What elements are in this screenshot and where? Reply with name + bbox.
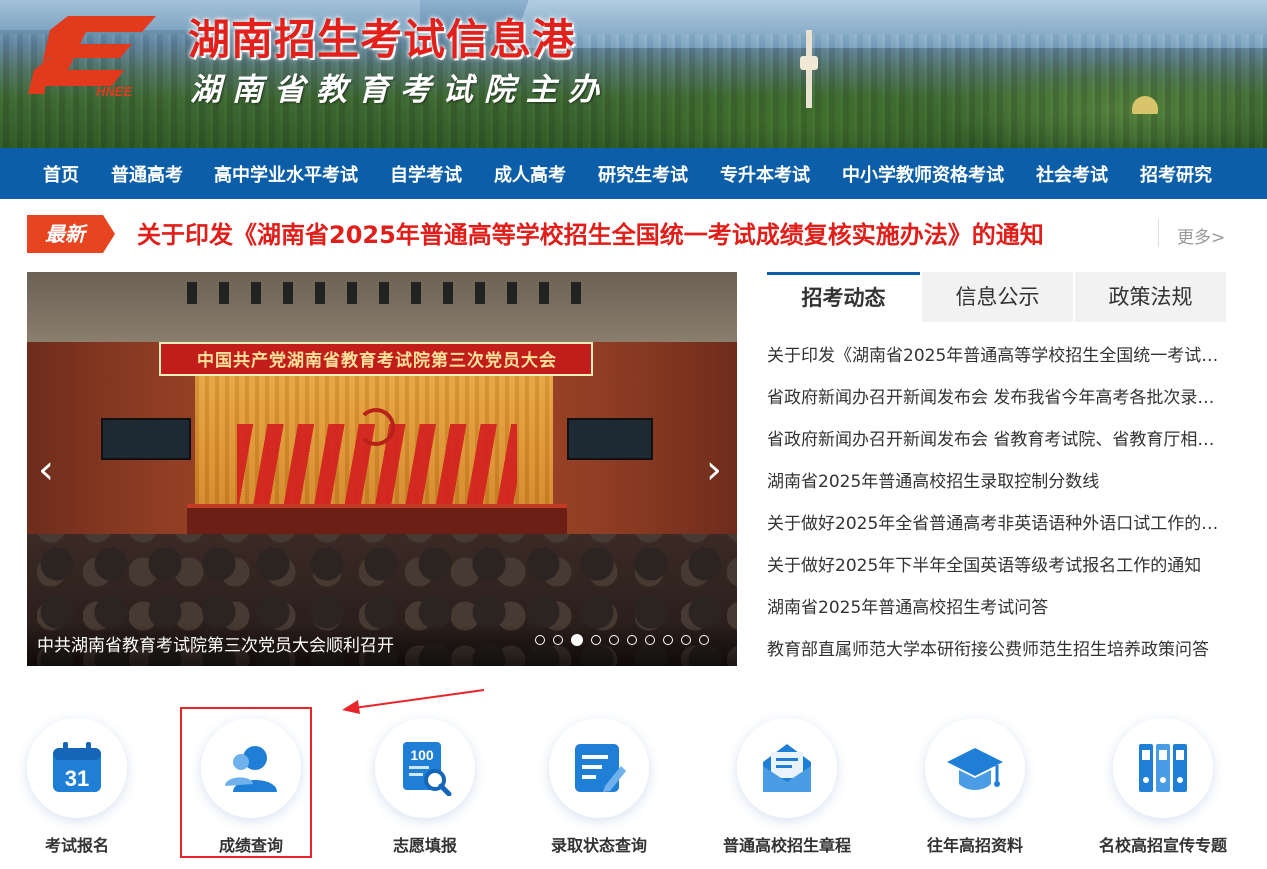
- nav-item-6[interactable]: 专升本考试: [720, 161, 810, 187]
- user-icon: [225, 746, 277, 792]
- service-graduation-cap[interactable]: 往年高招资料: [885, 718, 1065, 858]
- slide-banner-text: 中国共产党湖南省教育考试院第三次党员大会: [197, 351, 557, 370]
- news-item[interactable]: 关于做好2025年下半年全国英语等级考试报名工作的通知: [767, 545, 1226, 587]
- nav-item-2[interactable]: 高中学业水平考试: [214, 161, 358, 187]
- news-item[interactable]: 省政府新闻办召开新闻发布会 发布我省今年高考各批次录取控制分数线: [767, 377, 1226, 419]
- news-list: 关于印发《湖南省2025年普通高等学校招生全国统一考试成绩复核实施办法》的通知省…: [767, 335, 1226, 671]
- service-icon-circle: [1113, 718, 1213, 818]
- tab-1[interactable]: 信息公示: [920, 272, 1073, 322]
- svg-text:100: 100: [410, 747, 434, 763]
- main-nav: 首页 普通高考 高中学业水平考试 自学考试 成人高考 研究生考试 专升本考试 中小学教师资格考…: [0, 148, 1267, 199]
- carousel-next-icon[interactable]: ›: [699, 450, 729, 490]
- slide-lights: [187, 282, 587, 304]
- service-envelope[interactable]: 普通高校招生章程: [697, 718, 877, 858]
- calendar-icon: 31: [53, 742, 101, 792]
- news-item[interactable]: 湖南省2025年普通高校招生录取控制分数线: [767, 461, 1226, 503]
- latest-notice-link[interactable]: 关于印发《湖南省2025年普通高等学校招生全国统一考试成绩复核实施办法》的通知: [137, 215, 1044, 250]
- nav-item-4[interactable]: 成人高考: [494, 161, 566, 187]
- service-document-edit[interactable]: 录取状态查询: [509, 718, 689, 858]
- slide-caption[interactable]: 中共湖南省教育考试院第三次党员大会顺利召开: [37, 631, 394, 656]
- carousel-dot-9[interactable]: [681, 635, 691, 645]
- carousel-dots: [535, 634, 709, 646]
- banner-tv-tower: [800, 30, 818, 108]
- binders-icon: [1139, 744, 1187, 792]
- envelope-icon: [763, 744, 811, 792]
- nav-item-7[interactable]: 中小学教师资格考试: [842, 161, 1004, 187]
- carousel-prev-icon[interactable]: ‹: [31, 450, 61, 490]
- party-emblem-icon: [357, 408, 395, 446]
- tab-2[interactable]: 政策法规: [1073, 272, 1226, 322]
- latest-badge: 最新: [27, 215, 115, 253]
- nav-list: 首页 普通高考 高中学业水平考试 自学考试 成人高考 研究生考试 专升本考试 中小学教师资格考…: [0, 148, 1267, 199]
- news-tabs: 招考动态 信息公示 政策法规: [767, 272, 1226, 322]
- service-icon-circle: [549, 718, 649, 818]
- carousel-dot-7[interactable]: [645, 635, 655, 645]
- service-label: 考试报名: [44, 836, 109, 855]
- service-score-search[interactable]: 100 志愿填报: [335, 718, 515, 858]
- news-carousel[interactable]: 中国共产党湖南省教育考试院第三次党员大会 中共湖南省教育考试院第三次党员大会顺利…: [27, 272, 737, 666]
- latest-more-link[interactable]: 更多>: [1177, 223, 1225, 248]
- svg-text:31: 31: [65, 766, 89, 791]
- news-item[interactable]: 关于印发《湖南省2025年普通高等学校招生全国统一考试成绩复核实施办法》的通知: [767, 335, 1226, 377]
- nav-item-8[interactable]: 社会考试: [1036, 161, 1108, 187]
- service-icon-circle: [925, 718, 1025, 818]
- service-icon-circle: 100: [375, 718, 475, 818]
- score-search-icon: 100: [403, 742, 452, 796]
- tab-0[interactable]: 招考动态: [767, 272, 920, 322]
- service-label: 成绩查询: [218, 836, 283, 855]
- graduation-cap-icon: [947, 748, 1003, 790]
- slide-screen-left: [101, 418, 191, 460]
- carousel-dot-1[interactable]: [535, 635, 545, 645]
- service-icon-circle: 31: [27, 718, 127, 818]
- nav-item-1[interactable]: 普通高考: [111, 161, 183, 187]
- carousel-dot-4[interactable]: [591, 635, 601, 645]
- header-banner: HNEE 湖南招生考试信息港 湖南省教育考试院主办: [0, 0, 1267, 148]
- site-subtitle: 湖南省教育考试院主办: [190, 72, 610, 108]
- nav-item-3[interactable]: 自学考试: [390, 161, 462, 187]
- service-calendar[interactable]: 31 考试报名: [0, 718, 167, 858]
- service-label: 往年高招资料: [926, 836, 1023, 855]
- latest-divider: [1158, 219, 1159, 247]
- slide-screen-right: [567, 418, 653, 460]
- carousel-dot-5[interactable]: [609, 635, 619, 645]
- service-icon-circle: [201, 718, 301, 818]
- service-label: 录取状态查询: [550, 836, 647, 855]
- latest-badge-arrow: [103, 215, 115, 253]
- nav-item-5[interactable]: 研究生考试: [598, 161, 688, 187]
- service-label: 志愿填报: [392, 836, 457, 855]
- news-item[interactable]: 关于做好2025年全省普通高考非英语语种外语口试工作的通知: [767, 503, 1226, 545]
- carousel-dot-10[interactable]: [699, 635, 709, 645]
- latest-notice: 最新 关于印发《湖南省2025年普通高等学校招生全国统一考试成绩复核实施办法》的…: [27, 211, 1227, 257]
- carousel-dot-2[interactable]: [553, 635, 563, 645]
- site-title: 湖南招生考试信息港: [188, 15, 576, 64]
- carousel-dot-8[interactable]: [663, 635, 673, 645]
- carousel-dot-3[interactable]: [571, 634, 583, 646]
- annotation-arrow-icon: [342, 689, 485, 714]
- site-logo[interactable]: HNEE: [28, 10, 160, 98]
- news-item[interactable]: 教育部直属师范大学本研衔接公费师范生招生培养政策问答: [767, 629, 1226, 671]
- service-label: 普通高校招生章程: [722, 836, 851, 855]
- service-icon-circle: [737, 718, 837, 818]
- news-item[interactable]: 湖南省2025年普通高校招生考试问答: [767, 587, 1226, 629]
- carousel-dot-6[interactable]: [627, 635, 637, 645]
- nav-item-0[interactable]: 首页: [43, 161, 79, 187]
- logo-text: HNEE: [96, 84, 132, 98]
- nav-item-9[interactable]: 招考研究: [1140, 161, 1212, 187]
- document-edit-icon: [575, 744, 626, 792]
- news-item[interactable]: 省政府新闻办召开新闻发布会 省教育考试院、省教育厅相关负责人答记者问: [767, 419, 1226, 461]
- service-user[interactable]: 成绩查询: [161, 718, 341, 858]
- service-binders[interactable]: 名校高招宣传专题: [1073, 718, 1253, 858]
- latest-badge-label: 最新: [27, 215, 103, 253]
- service-label: 名校高招宣传专题: [1098, 836, 1227, 855]
